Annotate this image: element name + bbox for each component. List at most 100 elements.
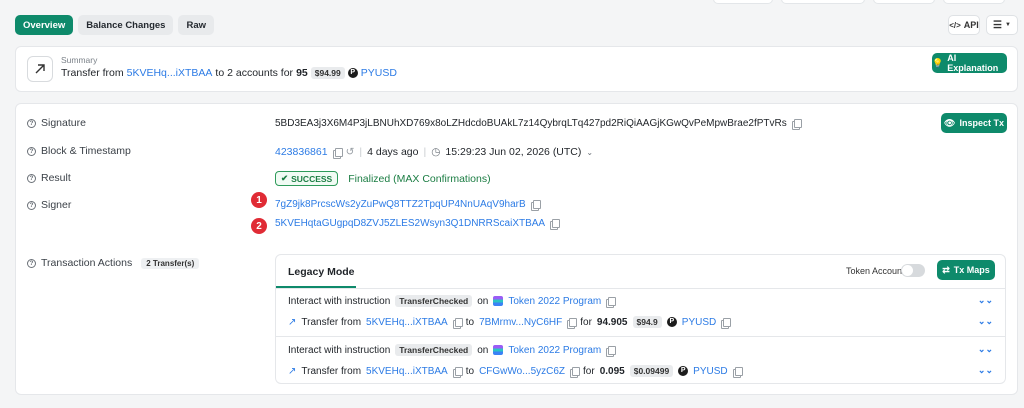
view-options-button[interactable]: ☰ ▼ (986, 15, 1018, 35)
result-label: ? Result (27, 172, 71, 184)
summary-text: Transfer from 5KVEHq...iXTBAA to 2 accou… (61, 67, 397, 79)
instruction-line: Interact with instruction TransferChecke… (288, 344, 617, 357)
code-icon: </> (949, 20, 961, 30)
marker-badge-2: 2 (251, 218, 267, 234)
api-button[interactable]: </> API (948, 15, 980, 35)
instruction-line: Interact with instruction TransferChecke… (288, 295, 617, 308)
pyusd-token-icon: P (678, 366, 689, 376)
summary-amount: 95 (296, 67, 308, 79)
copy-icon[interactable] (332, 147, 343, 159)
signer-label: ? Signer (27, 199, 71, 211)
summary-token-link[interactable]: PYUSD (361, 67, 397, 79)
view-tabs: Overview Balance Changes Raw (15, 15, 214, 35)
list-settings-icon: ☰ (993, 19, 1002, 31)
pyusd-token-icon: P (666, 317, 677, 327)
finalized-text: Finalized (MAX Confirmations) (348, 172, 491, 185)
actions-panel: Legacy Mode Token Account ⇄ Tx Maps Inte… (275, 254, 1006, 384)
tab-overview[interactable]: Overview (15, 15, 74, 35)
block-slot-link[interactable]: 423836861 (275, 146, 328, 158)
transfer-line: ↗ Transfer from 5KVEHq...iXTBAA to 7BMrm… (288, 316, 732, 329)
transfer-line: ↗ Transfer from 5KVEHq...iXTBAA to CFGwW… (288, 365, 743, 378)
top-button-stub[interactable] (943, 0, 1005, 4)
top-button-stub[interactable] (713, 0, 773, 4)
signature-label: ? Signature (27, 117, 86, 129)
top-button-stub[interactable] (781, 0, 865, 4)
copy-icon[interactable] (452, 317, 463, 329)
copy-icon[interactable] (721, 317, 732, 329)
transfer-amount: 94.905 (596, 316, 628, 328)
signer-row: 5KVEHqtaGUgpqD8ZVJ5ZLES2Wsyn3Q1DNRRScaiX… (275, 218, 561, 230)
help-icon: ? (27, 173, 36, 183)
copy-icon[interactable] (606, 345, 617, 357)
status-badge: ✔ SUCCESS (275, 171, 339, 186)
chevron-down-icon[interactable]: ⌄ (586, 148, 593, 157)
map-icon: ⇄ (942, 264, 950, 275)
marker-badge-1: 1 (251, 192, 267, 208)
pyusd-token-icon: P (347, 68, 358, 78)
divider (276, 336, 1005, 337)
eye-icon: 👁 (944, 117, 956, 128)
tab-legacy-mode[interactable]: Legacy Mode (288, 266, 355, 278)
token-link[interactable]: PYUSD (693, 366, 727, 377)
signature-hash: 5BD3EA3j3X6M4P3jLBNUhXD769x8oLZHdcdoBUAk… (275, 118, 787, 129)
help-icon: ? (27, 200, 36, 210)
transfer-arrow-icon (27, 56, 53, 82)
signer-address-link[interactable]: 5KVEHqtaGUgpqD8ZVJ5ZLES2Wsyn3Q1DNRRScaiX… (275, 218, 545, 229)
tab-raw[interactable]: Raw (178, 15, 214, 35)
signer-address-link[interactable]: 7gZ9jk8PrcscWs2yZuPwQ8TTZ2TpqUP4NnUAqV9h… (275, 199, 526, 210)
copy-icon[interactable] (550, 219, 561, 230)
top-button-stub[interactable] (873, 0, 935, 4)
expand-chevrons-icon[interactable]: ⌄⌄ (978, 365, 993, 376)
block-value: 423836861 ↺ | 4 days ago | ◷ 15:29:23 Ju… (275, 146, 594, 159)
summary-usd-badge: $94.99 (310, 67, 345, 79)
to-address-link[interactable]: 7BMrmv...NyC6HF (479, 317, 562, 328)
transfer-count-badge: 2 Transfer(s) (141, 257, 200, 269)
token-account-toggle[interactable] (901, 264, 925, 277)
copy-icon[interactable] (567, 317, 578, 329)
transaction-actions-label: ? Transaction Actions 2 Transfer(s) (27, 257, 200, 269)
copy-icon[interactable] (530, 200, 541, 211)
copy-icon[interactable] (606, 296, 617, 308)
signature-value: 5BD3EA3j3X6M4P3jLBNUhXD769x8oLZHdcdoBUAk… (275, 118, 802, 130)
to-address-link[interactable]: CFGwWo...5yzC6Z (479, 366, 565, 377)
instruction-tag: TransferChecked (395, 295, 473, 307)
block-timestamp: 15:29:23 Jun 02, 2026 (UTC) (445, 146, 582, 158)
tx-maps-button[interactable]: ⇄ Tx Maps (937, 260, 995, 280)
usd-badge: $0.09499 (629, 365, 674, 377)
token-2022-icon (493, 345, 504, 355)
transfer-arrow-icon: ↗ (288, 316, 297, 328)
help-icon: ? (27, 258, 36, 268)
expand-chevrons-icon[interactable]: ⌄⌄ (978, 316, 993, 327)
inspect-tx-button[interactable]: 👁 Inspect Tx (941, 113, 1007, 133)
signer-row: 7gZ9jk8PrcscWs2yZuPwQ8TTZ2TpqUP4NnUAqV9h… (275, 199, 541, 211)
usd-badge: $94.9 (632, 316, 662, 328)
expand-chevrons-icon[interactable]: ⌄⌄ (978, 344, 993, 355)
copy-icon[interactable] (732, 366, 743, 378)
tab-balance-changes[interactable]: Balance Changes (78, 15, 174, 35)
ai-explanation-button[interactable]: 💡 AI Explanation (932, 53, 1007, 73)
copy-icon[interactable] (791, 119, 802, 130)
result-value: ✔ SUCCESS Finalized (MAX Confirmations) (275, 171, 491, 186)
from-address-link[interactable]: 5KVEHq...iXTBAA (366, 317, 448, 328)
summary-label: Summary (61, 55, 98, 65)
from-address-link[interactable]: 5KVEHq...iXTBAA (366, 366, 448, 377)
block-label: ? Block & Timestamp (27, 145, 131, 157)
help-icon: ? (27, 118, 36, 128)
history-icon: ↺ (345, 146, 355, 158)
divider (276, 288, 1005, 289)
token-2022-icon (493, 296, 504, 306)
summary-from-address[interactable]: 5KVEHq...iXTBAA (127, 67, 213, 79)
transfer-amount: 0.095 (599, 365, 625, 377)
copy-icon[interactable] (570, 366, 581, 378)
program-link[interactable]: Token 2022 Program (508, 345, 601, 356)
program-link[interactable]: Token 2022 Program (508, 296, 601, 307)
copy-icon[interactable] (452, 366, 463, 378)
token-link[interactable]: PYUSD (682, 317, 716, 328)
expand-chevrons-icon[interactable]: ⌄⌄ (978, 295, 993, 306)
instruction-tag: TransferChecked (395, 344, 473, 356)
transfer-arrow-icon: ↗ (288, 365, 297, 377)
check-circle-icon: ✔ (281, 173, 289, 183)
block-age: 4 days ago (367, 146, 419, 158)
chevron-down-icon: ▼ (1005, 22, 1011, 28)
lightbulb-icon: 💡 (932, 57, 944, 68)
